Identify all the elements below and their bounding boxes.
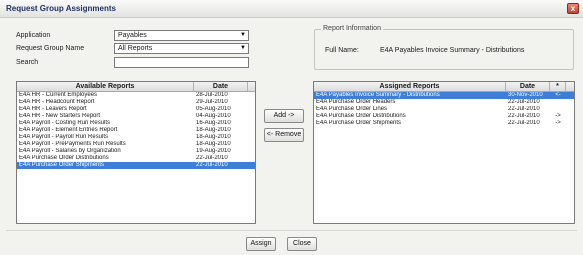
- report-date-cell: 18-Aug-2010: [196, 127, 231, 133]
- report-date-cell: 18-Aug-2010: [196, 134, 231, 140]
- available-report-row[interactable]: E4A HR - Current Employees 28-Jul-2010: [17, 92, 255, 99]
- report-information-group: Report Information Full Name: E4A Payabl…: [314, 25, 574, 70]
- report-name-cell: E4A Payables Invoice Summary - Distribut…: [316, 92, 440, 98]
- report-date-cell: 22-Jul-2010: [196, 162, 228, 168]
- change-flag-cell: ->: [555, 113, 561, 119]
- application-select[interactable]: Payables ▼: [114, 30, 249, 41]
- available-report-row[interactable]: E4A HR - Leavers Report 05-Aug-2010: [17, 106, 255, 113]
- assign-button[interactable]: Assign: [246, 237, 276, 251]
- assigned-rows: E4A Payables Invoice Summary - Distribut…: [314, 92, 574, 127]
- request-group-select[interactable]: All Reports ▼: [114, 43, 249, 54]
- report-date-cell: 18-Aug-2010: [196, 141, 231, 147]
- search-label: Search: [16, 59, 39, 66]
- assigned-flag-column-header[interactable]: *: [550, 82, 566, 91]
- report-name-cell: E4A Purchase Order Lines: [316, 106, 388, 112]
- bottom-divider: [6, 230, 577, 231]
- change-flag-cell: <-: [555, 92, 561, 98]
- available-report-row[interactable]: E4A Payroll - Salaries by Organization 19…: [17, 148, 255, 155]
- available-reports-header: Available Reports Date: [17, 82, 255, 92]
- report-information-legend: Report Information: [321, 25, 383, 32]
- available-report-row[interactable]: E4A Payroll - Element Entries Report 18-A…: [17, 127, 255, 134]
- report-name-cell: E4A Payroll - PrePayments Run Results: [19, 141, 126, 147]
- close-button[interactable]: Close: [287, 237, 317, 251]
- window-title: Request Group Assignments: [6, 4, 116, 13]
- full-name-label: Full Name:: [325, 47, 359, 54]
- dialog-body: Application Payables ▼ Request Group Nam…: [6, 21, 577, 251]
- report-date-cell: 28-Jul-2010: [196, 92, 228, 98]
- assigned-report-row[interactable]: E4A Purchase Order Headers 22-Jul-2010: [314, 99, 574, 106]
- assigned-reports-header: Assigned Reports Date *: [314, 82, 574, 92]
- report-name-cell: E4A Purchase Order Shipments: [19, 162, 105, 168]
- assigned-report-row[interactable]: E4A Purchase Order Lines 22-Jul-2010: [314, 106, 574, 113]
- available-date-column-header[interactable]: Date: [194, 82, 248, 91]
- available-name-column-header[interactable]: Available Reports: [17, 82, 194, 91]
- report-date-cell: 16-Aug-2010: [196, 120, 231, 126]
- assigned-name-column-header[interactable]: Assigned Reports: [314, 82, 506, 91]
- close-window-button[interactable]: x: [567, 3, 579, 14]
- application-label: Application: [16, 32, 51, 39]
- chevron-down-icon[interactable]: ▼: [239, 45, 247, 52]
- report-name-cell: E4A HR - Leavers Report: [19, 106, 87, 112]
- assigned-reports-list[interactable]: Assigned Reports Date * E4A Payables Inv…: [313, 81, 575, 224]
- report-name-cell: E4A Payroll - Element Entries Report: [19, 127, 118, 133]
- available-reports-list[interactable]: Available Reports Date E4A HR - Current …: [16, 81, 256, 224]
- report-name-cell: E4A Purchase Order Distributions: [316, 113, 406, 119]
- available-report-row[interactable]: E4A Purchase Order Distributions 22-Jul-2…: [17, 155, 255, 162]
- report-name-cell: E4A Purchase Order Headers: [316, 99, 396, 105]
- report-name-cell: E4A Purchase Order Distributions: [19, 155, 109, 161]
- search-input[interactable]: [114, 57, 249, 68]
- report-name-cell: E4A Payroll - Costing Run Results: [19, 120, 111, 126]
- report-date-cell: 22-Jul-2010: [508, 99, 540, 105]
- change-flag-cell: [550, 106, 566, 113]
- report-date-cell: 04-Aug-2010: [196, 113, 231, 119]
- report-date-cell: 19-Aug-2010: [196, 148, 231, 154]
- assigned-date-column-header[interactable]: Date: [506, 82, 550, 91]
- add-button[interactable]: Add ->: [264, 109, 304, 123]
- assigned-report-row[interactable]: E4A Payables Invoice Summary - Distribut…: [314, 92, 574, 99]
- assigned-report-row[interactable]: E4A Purchase Order Shipments 22-Jul-2010 -…: [314, 120, 574, 127]
- available-rows: E4A HR - Current Employees 28-Jul-2010 E4A…: [17, 92, 255, 169]
- request-group-label: Request Group Name: [16, 45, 85, 52]
- remove-button[interactable]: <- Remove: [264, 128, 304, 142]
- report-name-cell: E4A Payroll - Salaries by Organization: [19, 148, 121, 154]
- report-date-cell: 29-Jul-2010: [196, 99, 228, 105]
- assigned-report-row[interactable]: E4A Purchase Order Distributions 22-Jul-2…: [314, 113, 574, 120]
- report-date-cell: 22-Jul-2010: [508, 113, 540, 119]
- report-date-cell: 05-Aug-2010: [196, 106, 231, 112]
- available-report-row[interactable]: E4A Payroll - PrePayments Run Results 18-…: [17, 141, 255, 148]
- request-group-select-value: All Reports: [118, 45, 153, 52]
- available-report-row[interactable]: E4A Payroll - Payroll Run Results 18-Aug-…: [17, 134, 255, 141]
- change-flag-cell: [550, 99, 566, 106]
- title-bar: Request Group Assignments x: [0, 0, 583, 18]
- report-date-cell: 30-Nov-2010: [508, 92, 543, 98]
- report-date-cell: 22-Jul-2010: [196, 155, 228, 161]
- available-report-row[interactable]: E4A HR - Headcount Report 29-Jul-2010: [17, 99, 255, 106]
- report-date-cell: 22-Jul-2010: [508, 120, 540, 126]
- report-name-cell: E4A HR - Current Employees: [19, 92, 98, 98]
- change-flag-cell: ->: [555, 120, 561, 126]
- report-date-cell: 22-Jul-2010: [508, 106, 540, 112]
- report-name-cell: E4A Purchase Order Shipments: [316, 120, 402, 126]
- report-name-cell: E4A HR - New Starters Report: [19, 113, 101, 119]
- available-report-row[interactable]: E4A Payroll - Costing Run Results 16-Aug-…: [17, 120, 255, 127]
- available-report-row[interactable]: E4A HR - New Starters Report 04-Aug-2010: [17, 113, 255, 120]
- report-name-cell: E4A HR - Headcount Report: [19, 99, 95, 105]
- application-select-value: Payables: [118, 32, 147, 39]
- report-name-cell: E4A Payroll - Payroll Run Results: [19, 134, 109, 140]
- chevron-down-icon[interactable]: ▼: [239, 32, 247, 39]
- full-name-value: E4A Payables Invoice Summary - Distribut…: [380, 47, 525, 54]
- available-report-row[interactable]: E4A Purchase Order Shipments 22-Jul-2010: [17, 162, 255, 169]
